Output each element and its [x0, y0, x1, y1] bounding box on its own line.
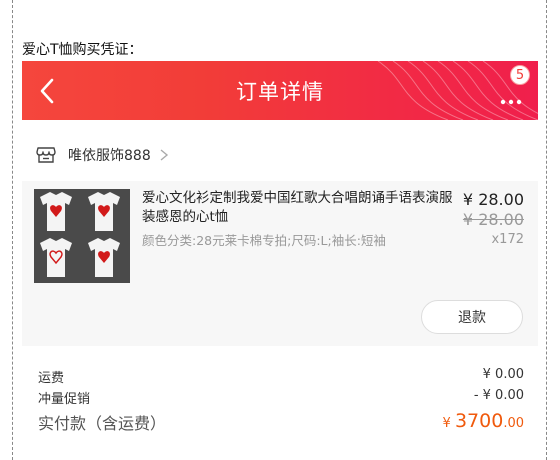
shipping-value: ¥ 0.00: [482, 367, 524, 382]
order-item[interactable]: 爱心文化衫定制我爱中国红歌大合唱朗诵手语表演服装感恩的心t恤 颜色分类:28元莱…: [22, 181, 538, 346]
total-label: 实付款（含运费）: [38, 414, 167, 433]
product-thumbnail[interactable]: [34, 189, 130, 283]
total-decimal: .00: [503, 416, 524, 431]
total-integer: 3700: [454, 410, 504, 432]
product-original-price: ¥ 28.00: [462, 210, 524, 229]
document-label: 爱心T恤购买凭证：: [22, 42, 143, 58]
header-bar: 订单详情 5: [22, 61, 538, 120]
total-row: 实付款（含运费） ¥ 3700.00: [38, 410, 524, 434]
order-detail-screen: 订单详情 5 唯依服饰888 爱心文化衫定制我爱中国红歌大合唱朗诵手语表演服装感…: [22, 61, 538, 460]
product-price: ¥ 28.00: [462, 190, 524, 209]
notification-badge: 5: [510, 65, 530, 85]
total-amount: ¥ 3700.00: [443, 410, 524, 434]
shop-link[interactable]: 唯依服饰888: [36, 143, 169, 167]
tshirt-image: [34, 189, 130, 283]
order-summary: 运费 ¥ 0.00 冲量促销 - ¥ 0.00 实付款（含运费） ¥ 3700.…: [22, 347, 538, 460]
discount-row: 冲量促销 - ¥ 0.00: [38, 388, 524, 407]
shop-name: 唯依服饰888: [68, 148, 151, 164]
total-currency: ¥: [442, 416, 455, 431]
discount-label: 冲量促销: [38, 392, 91, 407]
shipping-label: 运费: [38, 371, 65, 386]
product-title[interactable]: 爱心文化衫定制我爱中国红歌大合唱朗诵手语表演服装感恩的心t恤: [142, 189, 462, 227]
page-title: 订单详情: [236, 80, 324, 104]
shipping-row: 运费 ¥ 0.00: [38, 367, 524, 386]
chevron-right-icon: [160, 149, 168, 161]
store-icon: [36, 147, 56, 163]
refund-button[interactable]: 退款: [421, 300, 523, 334]
product-quantity: x172: [491, 232, 524, 247]
discount-value: - ¥ 0.00: [473, 388, 524, 403]
product-sku: 颜色分类:28元莱卡棉专拍;尺码:L;袖长:短袖: [142, 233, 386, 248]
